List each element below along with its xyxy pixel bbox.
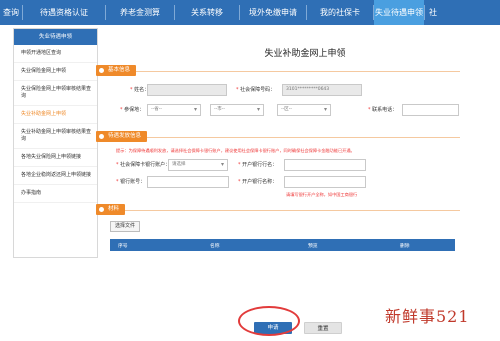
section-divider xyxy=(100,71,460,72)
tab-overseas[interactable]: 境外免缴申请 xyxy=(240,0,306,25)
open-bank-label: * 开户银行行名： xyxy=(238,162,278,168)
id-label: * 社会保障号码： xyxy=(236,87,276,93)
top-nav: 查询 待遇资格认证 养老金测算 关系转移 境外免缴申请 我的社保卡 失业待遇申领… xyxy=(0,0,500,25)
id-label-text: 社会保障号码： xyxy=(240,87,276,93)
section-divider xyxy=(100,137,460,138)
phone-label: * 联系电话： xyxy=(368,107,398,113)
section-material: 材料 xyxy=(96,204,126,215)
sidebar-item-subsidy-result[interactable]: 失业补助金网上申领审核结果查询 xyxy=(14,124,97,149)
district-select[interactable]: --区-- xyxy=(277,104,331,116)
tab-pension-calc[interactable]: 养老金测算 xyxy=(106,0,174,25)
account-name-label-text: 开户银行名称： xyxy=(242,179,278,185)
bank-account-select[interactable]: 请选择 xyxy=(168,159,228,171)
tab-query[interactable]: 查询 xyxy=(0,0,22,25)
tab-social-card[interactable]: 我的社保卡 xyxy=(307,0,373,25)
material-table-header: 序号 名称 预览 删除 xyxy=(110,239,455,251)
open-bank-label-text: 开户银行行名： xyxy=(242,162,278,168)
city-select[interactable]: --市-- xyxy=(210,104,264,116)
phone-input[interactable] xyxy=(402,104,459,116)
account-name-input[interactable] xyxy=(284,176,366,188)
sidebar-item-enterprise-links[interactable]: 各地企业稳岗返还网上申领链接 xyxy=(14,167,97,185)
account-number-label-text: 银行账号： xyxy=(120,179,146,185)
watermark-text: 新鲜事521 xyxy=(385,307,470,326)
open-bank-input[interactable] xyxy=(284,159,366,171)
id-field: 3101*********0643 xyxy=(282,84,362,96)
phone-label-text: 联系电话： xyxy=(372,107,398,113)
highlight-circle xyxy=(238,306,300,336)
account-number-input[interactable] xyxy=(147,176,229,188)
sidebar-item-insurance-apply[interactable]: 失业保险金网上申领 xyxy=(14,63,97,81)
account-name-label: * 开户银行名称： xyxy=(238,179,278,185)
name-field xyxy=(147,84,227,96)
sidebar-item-region-query[interactable]: 申领开通地区查询 xyxy=(14,45,97,63)
province-select[interactable]: --省-- xyxy=(147,104,201,116)
insured-label-text: 参保地： xyxy=(124,107,145,113)
sidebar-item-subsidy-apply[interactable]: 失业补助金网上申领 xyxy=(14,106,97,124)
column-delete: 删除 xyxy=(400,243,410,249)
sidebar-item-guide[interactable]: 办事指南 xyxy=(14,185,97,203)
reset-button[interactable]: 重置 xyxy=(304,322,342,334)
bank-account-label: * 社会保障卡银行账户： xyxy=(116,162,171,168)
payment-hint: 提示：为保障待遇顺利发放，请选择社会保障卡银行账户，建议使用社会保障卡银行账户，… xyxy=(116,148,355,153)
page-title: 失业补助金网上申领 xyxy=(264,49,346,59)
tab-unemployment[interactable]: 失业待遇申领 xyxy=(374,0,424,25)
tab-qualification[interactable]: 待遇资格认证 xyxy=(23,0,105,25)
tab-more[interactable]: 社 xyxy=(425,0,441,25)
sidebar-header: 失业待遇申领 xyxy=(14,29,97,45)
column-preview: 预览 xyxy=(308,243,318,249)
sidebar-item-insurance-result[interactable]: 失业保险金网上申领审核结果查询 xyxy=(14,81,97,106)
sidebar-item-local-links[interactable]: 各地失业保险网上申领链接 xyxy=(14,149,97,167)
account-number-label: * 银行账号： xyxy=(116,179,146,185)
choose-file-button[interactable]: 选择文件 xyxy=(110,221,140,232)
account-name-hint: 请填写银行开户全称，如中国工商银行 xyxy=(286,192,358,197)
tab-transfer[interactable]: 关系转移 xyxy=(175,0,239,25)
sidebar: 失业待遇申领 申领开通地区查询 失业保险金网上申领 失业保险金网上申领审核结果查… xyxy=(13,28,98,258)
section-payment-info: 待遇发放信息 xyxy=(96,131,148,142)
insured-label: * 参保地： xyxy=(120,107,145,113)
section-divider xyxy=(100,210,460,211)
column-index: 序号 xyxy=(118,243,128,249)
bank-account-label-text: 社会保障卡银行账户： xyxy=(120,162,171,168)
section-basic-info: 基本信息 xyxy=(96,65,137,76)
column-name: 名称 xyxy=(210,243,220,249)
